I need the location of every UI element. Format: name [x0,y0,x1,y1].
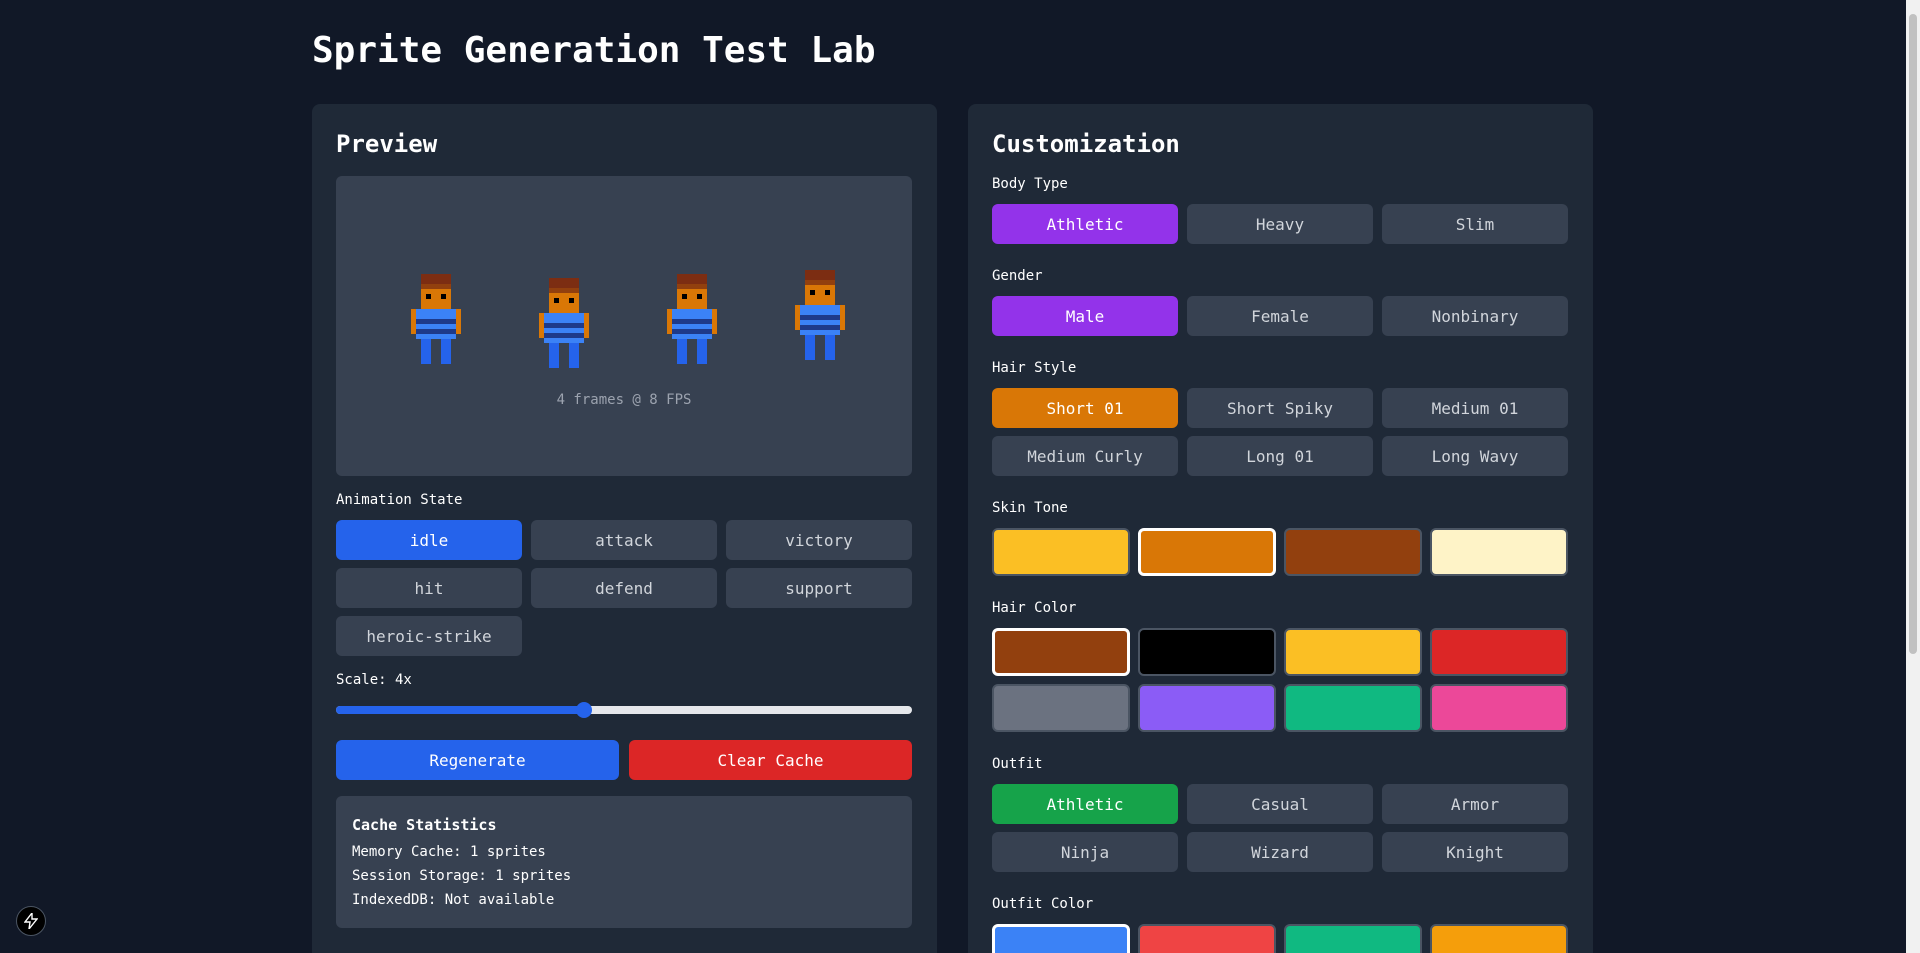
sprite-frames [336,266,912,376]
gender-male[interactable]: Male [992,296,1178,336]
state-button-attack[interactable]: attack [531,520,717,560]
skin-tone-swatch-4[interactable] [1430,528,1568,576]
skin-tone-swatch-3[interactable] [1284,528,1422,576]
preview-panel: Preview 4 frames @ 8 FPS Animation State… [312,104,937,953]
sprite-frame-2 [539,278,589,368]
outfit-knight[interactable]: Knight [1382,832,1568,872]
preview-heading: Preview [336,130,438,158]
indexeddb-stat: IndexedDB: Not available [352,892,555,908]
sprite-frame-1 [411,274,461,364]
outfit-armor[interactable]: Armor [1382,784,1568,824]
fps-text: 4 frames @ 8 FPS [556,392,692,408]
hair-color-swatch-7[interactable] [1284,684,1422,732]
body-type-slim[interactable]: Slim [1382,204,1568,244]
skin-tone-swatch-2[interactable] [1138,528,1276,576]
outfit-color-swatch-2[interactable] [1138,924,1276,953]
page-title: Sprite Generation Test Lab [312,30,876,71]
outfit-ninja[interactable]: Ninja [992,832,1178,872]
state-button-support[interactable]: support [726,568,912,608]
cache-statistics-title: Cache Statistics [352,816,497,834]
hair-color-swatch-3[interactable] [1284,628,1422,676]
outfit-color-label: Outfit Color [992,896,1094,912]
outfit-label: Outfit [992,756,1043,772]
animation-state-label: Animation State [336,492,463,508]
body-type-heavy[interactable]: Heavy [1187,204,1373,244]
page-scrollbar[interactable] [1906,0,1920,953]
hair-style-short-spiky[interactable]: Short Spiky [1187,388,1373,428]
hair-style-long-01[interactable]: Long 01 [1187,436,1373,476]
hair-style-medium-curly[interactable]: Medium Curly [992,436,1178,476]
skin-tone-label: Skin Tone [992,500,1068,516]
state-button-idle[interactable]: idle [336,520,522,560]
outfit-color-swatch-3[interactable] [1284,924,1422,953]
hair-style-medium-01[interactable]: Medium 01 [1382,388,1568,428]
sprite-frame-4 [795,270,845,360]
hair-color-label: Hair Color [992,600,1077,616]
gender-nonbinary[interactable]: Nonbinary [1382,296,1568,336]
scale-slider-fill [336,706,584,714]
memory-cache-stat: Memory Cache: 1 sprites [352,844,546,860]
sprite-preview-box: 4 frames @ 8 FPS [336,176,912,476]
customization-panel: Customization Body Type Athletic Heavy S… [968,104,1593,953]
sprite-frame-3 [667,274,717,364]
hair-color-swatch-6[interactable] [1138,684,1276,732]
hair-color-swatch-2[interactable] [1138,628,1276,676]
outfit-color-swatch-4[interactable] [1430,924,1568,953]
outfit-athletic[interactable]: Athletic [992,784,1178,824]
body-type-label: Body Type [992,176,1068,192]
customization-heading: Customization [992,130,1180,158]
hair-color-swatch-8[interactable] [1430,684,1568,732]
clear-cache-button[interactable]: Clear Cache [629,740,912,780]
session-storage-stat: Session Storage: 1 sprites [352,868,572,884]
state-button-heroic-strike[interactable]: heroic-strike [336,616,522,656]
hair-color-swatch-5[interactable] [992,684,1130,732]
cache-statistics-box: Cache Statistics Memory Cache: 1 sprites… [336,796,912,928]
state-button-victory[interactable]: victory [726,520,912,560]
gender-label: Gender [992,268,1043,284]
scale-slider-track[interactable] [336,706,912,714]
outfit-wizard[interactable]: Wizard [1187,832,1373,872]
scrollbar-thumb[interactable] [1909,14,1917,654]
state-button-hit[interactable]: hit [336,568,522,608]
hair-style-label: Hair Style [992,360,1077,376]
hair-color-swatch-4[interactable] [1430,628,1568,676]
page: Sprite Generation Test Lab Preview 4 fra… [0,0,1920,953]
state-button-defend[interactable]: defend [531,568,717,608]
hair-style-long-wavy[interactable]: Long Wavy [1382,436,1568,476]
hair-color-swatch-1[interactable] [992,628,1130,676]
scale-label: Scale: 4x [336,672,412,688]
outfit-color-swatch-1[interactable] [992,924,1130,953]
body-type-athletic[interactable]: Athletic [992,204,1178,244]
scale-slider-thumb[interactable] [575,702,592,718]
gender-female[interactable]: Female [1187,296,1373,336]
skin-tone-swatch-1[interactable] [992,528,1130,576]
lightning-icon[interactable] [16,906,46,936]
outfit-casual[interactable]: Casual [1187,784,1373,824]
hair-style-short-01[interactable]: Short 01 [992,388,1178,428]
regenerate-button[interactable]: Regenerate [336,740,619,780]
